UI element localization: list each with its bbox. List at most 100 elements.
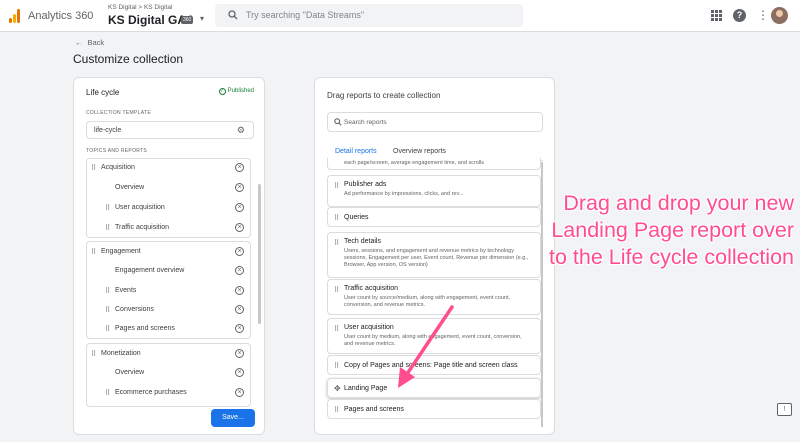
save-button[interactable]: Save... xyxy=(211,409,255,427)
report-card-pages-and-screens[interactable]: ⠿ Pages and screens xyxy=(327,399,541,419)
settings-icon[interactable]: ⚙ xyxy=(237,125,245,136)
remove-icon[interactable]: × xyxy=(235,266,244,275)
tab-overview-reports[interactable]: Overview reports xyxy=(393,148,446,155)
drag-handle-icon[interactable]: ⠿ xyxy=(334,239,339,247)
report-search-placeholder: Search reports xyxy=(344,119,387,126)
report-item[interactable]: ⠿ Events × xyxy=(87,282,250,301)
report-item[interactable]: ⠿ Traffic acquisition × xyxy=(87,219,250,238)
report-item[interactable]: Overview × xyxy=(87,364,250,383)
account-breadcrumb[interactable]: KS Digital > KS Digital xyxy=(108,4,173,11)
global-search-input[interactable]: Try searching "Data Streams" xyxy=(215,4,523,27)
drag-handle-icon[interactable]: ⠿ xyxy=(105,287,110,295)
remove-icon[interactable]: × xyxy=(235,183,244,192)
topic-header[interactable]: ⠿ Monetization × xyxy=(87,345,250,364)
drag-handle-icon[interactable]: ⠿ xyxy=(334,362,339,370)
drag-handle-icon[interactable]: ⠿ xyxy=(105,224,110,232)
topic-name: Engagement xyxy=(101,248,141,255)
property-dropdown-icon[interactable]: ▾ xyxy=(200,14,204,23)
remove-icon[interactable]: × xyxy=(235,163,244,172)
topic-name: Acquisition xyxy=(101,164,135,171)
report-card-landing-page[interactable]: ✥ Landing Page xyxy=(327,378,541,398)
remove-icon[interactable]: × xyxy=(235,305,244,314)
drag-handle-icon[interactable]: ⠿ xyxy=(105,389,110,397)
back-label: Back xyxy=(87,38,105,47)
remove-icon[interactable]: × xyxy=(235,223,244,232)
search-icon xyxy=(334,118,342,126)
published-label: Published xyxy=(227,88,254,94)
report-item[interactable]: Overview × xyxy=(87,179,250,198)
drag-handle-icon[interactable]: ⠿ xyxy=(334,182,339,190)
report-card-title: Landing Page xyxy=(344,385,388,392)
collection-panel: Life cycle ✓ Published COLLECTION TEMPLAT… xyxy=(73,77,265,435)
annotation-line: Landing Page report over xyxy=(551,218,794,242)
topic-monetization[interactable]: ⠿ Monetization × Overview × ⠿ Ecommerce … xyxy=(86,343,251,407)
report-item[interactable]: ⠿ Conversions × xyxy=(87,301,250,320)
topic-acquisition[interactable]: ⠿ Acquisition × Overview × ⠿ User acquis… xyxy=(86,158,251,238)
report-card-desc: User count by medium, along with engagem… xyxy=(344,334,522,347)
scrollbar[interactable] xyxy=(258,184,261,324)
report-card-title: Tech details xyxy=(344,238,381,245)
remove-icon[interactable]: × xyxy=(235,286,244,295)
drag-handle-icon[interactable]: ⠿ xyxy=(91,164,96,172)
annotation-line: Drag and drop your new xyxy=(563,191,794,215)
report-card-user-acquisition[interactable]: ⠿ User acquisition User count by medium,… xyxy=(327,318,541,354)
analytics-logo-icon[interactable] xyxy=(9,9,21,23)
feedback-icon[interactable]: ! xyxy=(777,403,792,416)
avatar[interactable] xyxy=(771,7,788,24)
apps-grid-icon[interactable] xyxy=(711,10,722,21)
topic-name: Monetization xyxy=(101,350,141,357)
collection-template-label: COLLECTION TEMPLATE xyxy=(86,110,151,116)
topic-engagement[interactable]: ⠿ Engagement × Engagement overview × ⠿ E… xyxy=(86,241,251,339)
report-name: Events xyxy=(115,287,137,294)
remove-icon[interactable]: × xyxy=(235,324,244,333)
drag-handle-icon[interactable]: ⠿ xyxy=(334,214,339,222)
more-vert-icon[interactable]: ⋮ xyxy=(757,8,769,22)
report-item[interactable]: ⠿ Pages and screens × xyxy=(87,320,250,339)
report-card-title: Traffic acquisition xyxy=(344,285,399,292)
topic-header[interactable]: ⠿ Acquisition × xyxy=(87,159,250,178)
report-card-copy-of-pages-and-screens[interactable]: ⠿ Copy of Pages and screens: Page title … xyxy=(327,355,541,375)
tab-detail-reports[interactable]: Detail reports xyxy=(335,148,377,155)
report-name: Conversions xyxy=(115,306,154,313)
page-title: Customize collection xyxy=(73,52,184,66)
report-card-title: Queries xyxy=(344,214,369,221)
app-title[interactable]: Analytics 360 xyxy=(28,10,93,22)
report-item[interactable]: ⠿ User acquisition × xyxy=(87,199,250,218)
remove-icon[interactable]: × xyxy=(235,368,244,377)
check-circle-icon: ✓ xyxy=(218,88,226,95)
drag-handle-icon[interactable]: ⠿ xyxy=(105,204,110,212)
drag-handle-icon[interactable]: ⠿ xyxy=(91,350,96,358)
published-status: ✓ Published xyxy=(218,88,254,95)
move-cursor-icon[interactable]: ✥ xyxy=(334,384,341,393)
top-bar: Analytics 360 KS Digital > KS Digital KS… xyxy=(0,0,800,32)
collection-template-field[interactable]: life-cycle ⚙ xyxy=(86,121,254,139)
report-card-partial[interactable]: each page/screen, average engagement tim… xyxy=(327,158,541,170)
report-item[interactable]: Engagement overview × xyxy=(87,262,250,281)
back-link[interactable]: ← Back xyxy=(75,38,104,47)
report-card-desc: User count by source/medium, along with … xyxy=(344,295,511,308)
drag-handle-icon[interactable]: ⠿ xyxy=(105,306,110,314)
search-icon xyxy=(228,10,238,20)
drag-handle-icon[interactable]: ⠿ xyxy=(91,248,96,256)
report-card-title: User acquisition xyxy=(344,324,394,331)
report-name: Engagement overview xyxy=(115,267,185,274)
drag-handle-icon[interactable]: ⠿ xyxy=(334,406,339,414)
remove-icon[interactable]: × xyxy=(235,203,244,212)
property-name[interactable]: KS Digital GA4 xyxy=(108,13,193,27)
remove-icon[interactable]: × xyxy=(235,247,244,256)
remove-icon[interactable]: × xyxy=(235,388,244,397)
remove-icon[interactable]: × xyxy=(235,349,244,358)
drag-handle-icon[interactable]: ⠿ xyxy=(334,286,339,294)
collection-name: Life cycle xyxy=(86,88,120,97)
drag-handle-icon[interactable]: ⠿ xyxy=(334,325,339,333)
annotation-line: to the Life cycle collection xyxy=(549,245,794,269)
report-search-input[interactable]: Search reports xyxy=(327,112,543,132)
report-name: Overview xyxy=(115,369,145,376)
report-card-traffic-acquisition[interactable]: ⠿ Traffic acquisition User count by sour… xyxy=(327,279,541,315)
drag-handle-icon[interactable]: ⠿ xyxy=(105,325,110,333)
report-card-desc: each page/screen, average engagement tim… xyxy=(344,160,485,166)
report-name: Traffic acquisition xyxy=(115,224,170,231)
help-icon[interactable]: ? xyxy=(733,9,746,22)
topic-header[interactable]: ⠿ Engagement × xyxy=(87,243,250,262)
report-item[interactable]: ⠿ Ecommerce purchases × xyxy=(87,384,250,403)
